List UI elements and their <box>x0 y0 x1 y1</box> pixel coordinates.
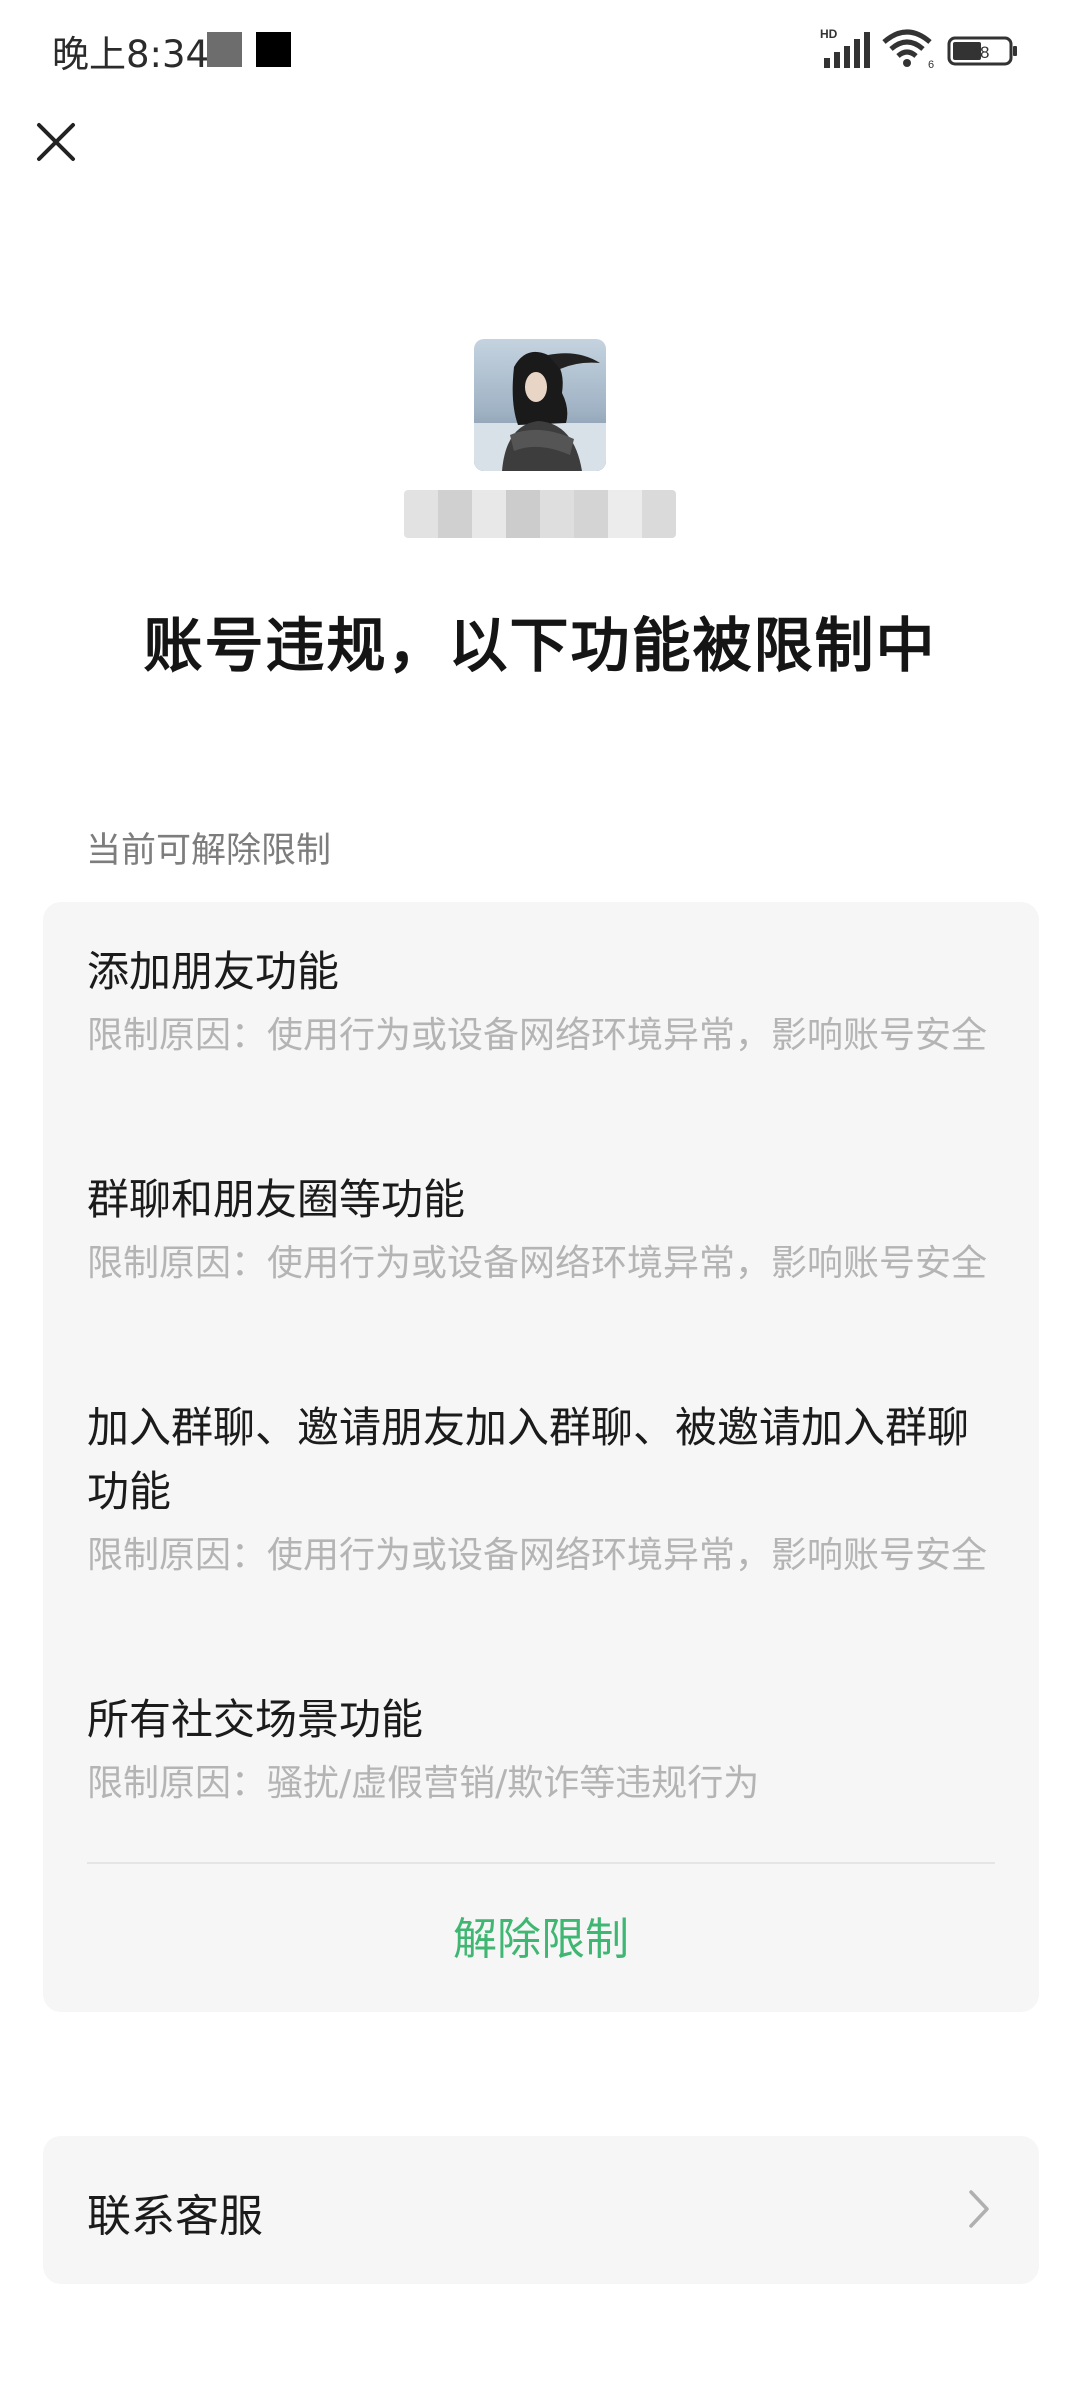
restriction-reason: 限制原因：骚扰/虚假营销/欺诈等违规行为 <box>87 1763 760 1804</box>
notification-icon <box>207 32 242 67</box>
restriction-item: 所有社交场景功能 限制原因：骚扰/虚假营销/欺诈等违规行为 <box>87 1688 997 1810</box>
battery-icon: 48 <box>947 36 1017 66</box>
status-time: 晚上8:34 <box>52 33 210 76</box>
restriction-reason: 限制原因：使用行为或设备网络环境异常，影响账号安全 <box>87 1243 988 1284</box>
lift-restriction-button[interactable]: 解除限制 <box>43 1890 1039 1990</box>
close-button[interactable] <box>28 114 84 170</box>
restriction-title: 所有社交场景功能 <box>87 1695 424 1744</box>
restriction-reason: 限制原因：使用行为或设备网络环境异常，影响账号安全 <box>87 1535 988 1576</box>
page-title: 账号违规，以下功能被限制中 <box>143 611 937 680</box>
restriction-item: 加入群聊、邀请朋友加入群聊、被邀请加入群聊功能 限制原因：使用行为或设备网络环境… <box>87 1396 997 1582</box>
restrictions-card: 添加朋友功能 限制原因：使用行为或设备网络环境异常，影响账号安全 群聊和朋友圈等… <box>43 902 1039 2012</box>
divider <box>87 1862 995 1864</box>
wifi-icon: 6 <box>882 29 934 70</box>
svg-text:6: 6 <box>928 59 934 70</box>
svg-text:48: 48 <box>971 43 990 62</box>
signal-icon: HD <box>820 27 870 68</box>
restriction-title: 添加朋友功能 <box>87 947 340 996</box>
chevron-right-icon <box>969 2190 989 2228</box>
restriction-item: 群聊和朋友圈等功能 限制原因：使用行为或设备网络环境异常，影响账号安全 <box>87 1168 997 1290</box>
username: pmoo2024 <box>404 490 676 538</box>
contact-service-label: 联系客服 <box>87 2191 263 2242</box>
username-blurred: pmoo2024 <box>404 490 676 538</box>
contact-service-row[interactable]: 联系客服 <box>43 2136 1039 2284</box>
restriction-reason: 限制原因：使用行为或设备网络环境异常，影响账号安全 <box>87 1015 988 1056</box>
notification-icon-dark <box>256 32 291 67</box>
status-bar: 晚上8:34 HD 6 48 <box>0 0 1080 100</box>
restriction-title: 群聊和朋友圈等功能 <box>87 1175 466 1224</box>
avatar-image <box>474 339 606 471</box>
avatar <box>474 339 606 471</box>
svg-text:HD: HD <box>820 27 838 41</box>
status-icons: HD 6 48 <box>820 26 1020 76</box>
section-label: 当前可解除限制 <box>86 831 332 871</box>
restriction-title: 加入群聊、邀请朋友加入群聊、被邀请加入群聊功能 <box>87 1403 970 1516</box>
close-icon <box>37 123 75 161</box>
restriction-item: 添加朋友功能 限制原因：使用行为或设备网络环境异常，影响账号安全 <box>87 940 997 1062</box>
